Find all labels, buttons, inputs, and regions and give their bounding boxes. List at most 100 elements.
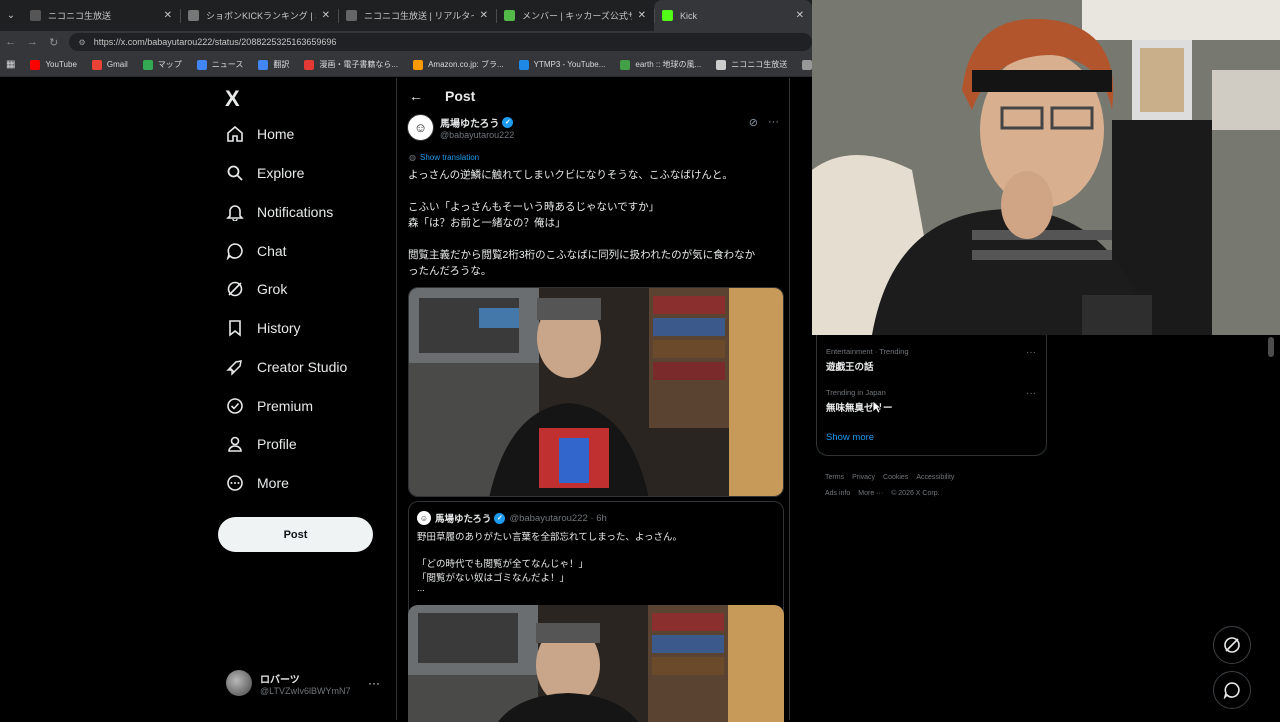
- x-logo-icon[interactable]: X: [225, 86, 240, 112]
- sidebar-item-home[interactable]: Home: [226, 125, 294, 143]
- more-circle-icon: [226, 474, 244, 492]
- quoted-image[interactable]: [408, 605, 784, 722]
- site-info-icon[interactable]: ⚙: [79, 38, 86, 47]
- sidebar-item-creator-studio[interactable]: Creator Studio: [226, 358, 347, 376]
- post-compose-button[interactable]: Post: [218, 517, 373, 552]
- reload-icon[interactable]: ↻: [43, 36, 65, 49]
- forward-nav-icon[interactable]: →: [22, 36, 44, 48]
- video-still-image: [409, 288, 783, 496]
- bookmark-item[interactable]: マップ: [142, 59, 182, 70]
- bookmark-item[interactable]: YouTube: [30, 59, 77, 70]
- footer-link[interactable]: Privacy: [852, 474, 875, 481]
- bookmark-icon: [226, 319, 244, 337]
- show-translation-link[interactable]: ◍ Show translation: [409, 153, 479, 162]
- bookmark-item[interactable]: ニコニコ生放送: [716, 59, 787, 70]
- tab-search-dropdown[interactable]: ⌄: [0, 0, 22, 31]
- bookmark-item[interactable]: earth :: 地球の風...: [620, 59, 701, 70]
- sidebar-item-grok[interactable]: Grok: [226, 280, 287, 298]
- footer-link[interactable]: © 2026 X Corp.: [891, 490, 939, 497]
- scrollbar[interactable]: [1268, 337, 1274, 357]
- post-actions: ⊘ ···: [749, 116, 779, 129]
- tab-favicon-icon: [346, 10, 357, 21]
- trend-item[interactable]: Trending in Japan 無味無臭ゼリー: [826, 388, 893, 414]
- browser-toolbar: ← → ↻ ⚙ https://x.com/babayutarou222/sta…: [0, 31, 812, 53]
- address-bar[interactable]: ⚙ https://x.com/babayutarou222/status/20…: [68, 33, 812, 51]
- quoted-text-line: 野田草履のありがたい言葉を全部忘れてしまった、よっさん。: [417, 532, 683, 543]
- close-tab-icon[interactable]: ✕: [164, 10, 172, 21]
- footer-link[interactable]: Cookies: [883, 474, 908, 481]
- author-avatar[interactable]: ☺: [407, 114, 434, 141]
- sidebar-item-label: Grok: [257, 281, 288, 297]
- close-tab-icon[interactable]: ✕: [480, 10, 488, 21]
- browser-tab[interactable]: ニコニコ生放送 ✕: [22, 0, 180, 31]
- browser-tab[interactable]: ショボンKICKランキング | Shobon Kick ✕: [180, 0, 338, 31]
- mouse-cursor-icon: [872, 400, 882, 414]
- browser-tab[interactable]: ニコニコ生放送 | リアルタイムランキング ✕: [338, 0, 496, 31]
- back-arrow-icon[interactable]: ←: [409, 88, 423, 104]
- globe-icon: ◍: [409, 153, 416, 162]
- quoted-avatar: ☺: [417, 511, 431, 525]
- browser-tab-bar: ⌄ ニコニコ生放送✕ショボンKICKランキング | Shobon Kick✕ニコ…: [0, 0, 812, 31]
- bookmark-item[interactable]: ニュース: [196, 59, 244, 70]
- sidebar-item-label: History: [257, 320, 301, 336]
- x-page: X Home Explore Notifications Chat Grok Histor…: [0, 78, 812, 722]
- grok-icon[interactable]: ⊘: [749, 116, 758, 129]
- bookmark-item[interactable]: 翻訳: [258, 59, 289, 70]
- webcam-overlay: [812, 0, 1280, 335]
- back-nav-icon[interactable]: ←: [0, 36, 22, 48]
- more-dots-icon[interactable]: ···: [1026, 388, 1036, 399]
- quoted-post[interactable]: ☺ 馬場ゆたろう ✓ @babayutarou222 · 6h 野田草履のありがた…: [408, 501, 784, 722]
- tab-favicon-icon: [662, 10, 673, 21]
- grok-fab-button[interactable]: [1213, 626, 1251, 664]
- footer-link[interactable]: Ads info: [825, 490, 850, 497]
- bookmark-item[interactable]: 漫画・電子書籍なら...: [304, 59, 398, 70]
- messages-fab-button[interactable]: [1213, 671, 1251, 709]
- show-more-link[interactable]: Show more: [826, 432, 874, 443]
- bookmark-item[interactable]: Gmail: [91, 59, 128, 70]
- sidebar-item-premium[interactable]: Premium: [226, 397, 313, 415]
- avatar: [226, 670, 252, 696]
- left-sidebar: X Home Explore Notifications Chat Grok Histor…: [218, 78, 394, 720]
- more-dots-icon[interactable]: ···: [768, 116, 779, 129]
- person-icon: [226, 435, 244, 453]
- post-text-line: こふい「よっさんもそーいう時あるじゃないですか」: [408, 201, 660, 213]
- bookmark-favicon-icon: [142, 59, 153, 70]
- bookmark-favicon-icon: [30, 59, 41, 70]
- search-icon: [226, 164, 244, 182]
- browser-tab[interactable]: メンバー | キッカーズ公式サイト ✕: [496, 0, 654, 31]
- close-tab-icon[interactable]: ✕: [322, 10, 330, 21]
- footer-link[interactable]: Terms: [825, 474, 844, 481]
- post-image[interactable]: [408, 287, 784, 497]
- tab-title: ショボンKICKランキング | Shobon Kick: [206, 11, 316, 21]
- trend-item[interactable]: Entertainment · Trending 遊戯王の話: [826, 347, 909, 373]
- more-dots-icon[interactable]: ···: [368, 676, 380, 690]
- sidebar-item-profile[interactable]: Profile: [226, 435, 297, 453]
- quoted-text-line: 「どの時代でも閲覧が全てなんじゃ！」: [417, 559, 589, 570]
- sidebar-item-history[interactable]: History: [226, 319, 301, 337]
- post-text-line: よっさんの逆鱗に触れてしまいクビになりそうな、こふなばけんと。: [408, 169, 733, 181]
- trends-panel: Entertainment · Trending 遊戯王の話 ··· Trending…: [816, 335, 1047, 456]
- sidebar-item-more[interactable]: More: [226, 474, 289, 492]
- bookmark-label: ニュース: [211, 60, 244, 69]
- more-dots-icon[interactable]: ···: [1026, 347, 1036, 358]
- bookmark-item[interactable]: YTMP3 - YouTube...: [518, 59, 606, 70]
- bookmark-item[interactable]: Amazon.co.jp: ブラ...: [413, 59, 504, 70]
- sidebar-item-notifications[interactable]: Notifications: [226, 203, 333, 221]
- browser-tab[interactable]: Kick ✕: [654, 0, 812, 31]
- show-translation-label: Show translation: [419, 153, 480, 162]
- apps-icon[interactable]: ▦: [6, 59, 15, 70]
- bookmark-favicon-icon: [196, 59, 207, 70]
- close-tab-icon[interactable]: ✕: [796, 10, 804, 21]
- tab-favicon-icon: [188, 10, 199, 21]
- sidebar-item-chat[interactable]: Chat: [226, 242, 287, 260]
- chat-icon: [1223, 682, 1240, 699]
- close-tab-icon[interactable]: ✕: [638, 10, 646, 21]
- sidebar-item-explore[interactable]: Explore: [226, 164, 304, 182]
- account-switcher[interactable]: ロバーツ @LTVZwIv6lBWYmN7 ···: [226, 670, 380, 696]
- footer-link[interactable]: Accessibility: [916, 474, 954, 481]
- post-text-line: ったんだろうな。: [408, 265, 492, 277]
- rocket-icon: [226, 358, 244, 376]
- bookmark-label: YTMP3 - YouTube...: [533, 60, 606, 69]
- post-author[interactable]: ☺ 馬場ゆたろう ✓ @babayutarou222: [407, 114, 514, 141]
- footer-link[interactable]: More ···: [858, 490, 883, 497]
